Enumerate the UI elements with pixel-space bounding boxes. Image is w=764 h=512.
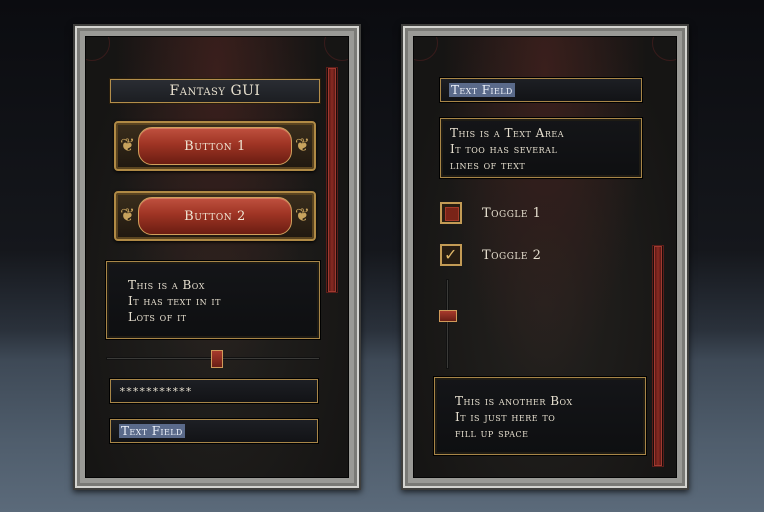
corner-ornament: [414, 37, 438, 61]
vertical-scrollbar[interactable]: [652, 245, 664, 467]
password-value: ***********: [119, 384, 192, 398]
unchecked-square-icon: [445, 207, 459, 221]
button-2[interactable]: ❦ Button 2 ❦: [114, 191, 316, 241]
button-1[interactable]: ❦ Button 1 ❦: [114, 121, 316, 171]
left-panel-content: Fantasy GUI ❦ Button 1 ❦ ❦ Button 2 ❦ Th…: [85, 36, 349, 478]
right-panel: Text Field This is a Text Area It too ha…: [401, 24, 689, 490]
slider-thumb[interactable]: [439, 310, 457, 322]
swirl-ornament-icon: ❦: [120, 205, 136, 226]
button-2-label: Button 2: [138, 197, 292, 235]
box-line: fill up space: [455, 426, 529, 440]
text-field[interactable]: Text Field: [110, 419, 318, 443]
text-field-value: Text Field: [449, 83, 515, 97]
text-field[interactable]: Text Field: [440, 78, 642, 102]
swirl-ornament-icon: ❦: [294, 135, 310, 156]
toggle-2[interactable]: ✓ Toggle 2: [434, 238, 541, 272]
toggle-1-label: Toggle 1: [482, 205, 542, 221]
corner-ornament: [86, 37, 110, 61]
text-field-value: Text Field: [119, 424, 185, 438]
info-box: This is a Box It has text in it Lots of …: [106, 261, 320, 339]
vertical-slider[interactable]: [438, 279, 458, 369]
scrollbar-thumb[interactable]: [328, 68, 336, 292]
swirl-ornament-icon: ❦: [294, 205, 310, 226]
button-1-label: Button 1: [138, 127, 292, 165]
text-area-line: It too has several: [450, 142, 558, 156]
swirl-ornament-icon: ❦: [120, 135, 136, 156]
box-line: Lots of it: [128, 310, 187, 324]
slider-thumb[interactable]: [211, 350, 223, 368]
corner-ornament: [652, 37, 676, 61]
window-title: Fantasy GUI: [110, 79, 320, 103]
scrollbar-thumb[interactable]: [654, 246, 662, 466]
corner-ornament: [324, 37, 348, 61]
toggle-2-label: Toggle 2: [482, 247, 542, 263]
info-box: This is another Box It is just here to f…: [434, 377, 646, 455]
box-line: This is another Box: [455, 394, 573, 408]
text-area-line: lines of text: [450, 158, 526, 172]
toggle-box: ✓: [434, 238, 468, 272]
text-area[interactable]: This is a Text Area It too has several l…: [440, 118, 642, 178]
box-line: This is a Box: [128, 278, 205, 292]
slider-track: [446, 279, 449, 369]
left-panel: Fantasy GUI ❦ Button 1 ❦ ❦ Button 2 ❦ Th…: [73, 24, 361, 490]
toggle-box: [434, 196, 468, 230]
toggle-1[interactable]: Toggle 1: [434, 196, 541, 230]
box-line: It has text in it: [128, 294, 221, 308]
text-area-line: This is a Text Area: [450, 126, 564, 140]
password-field[interactable]: ***********: [110, 379, 318, 403]
vertical-scrollbar[interactable]: [326, 67, 338, 293]
horizontal-slider[interactable]: [106, 349, 320, 369]
checkmark-icon: ✓: [444, 245, 458, 264]
box-line: It is just here to: [455, 410, 556, 424]
right-panel-content: Text Field This is a Text Area It too ha…: [413, 36, 677, 478]
